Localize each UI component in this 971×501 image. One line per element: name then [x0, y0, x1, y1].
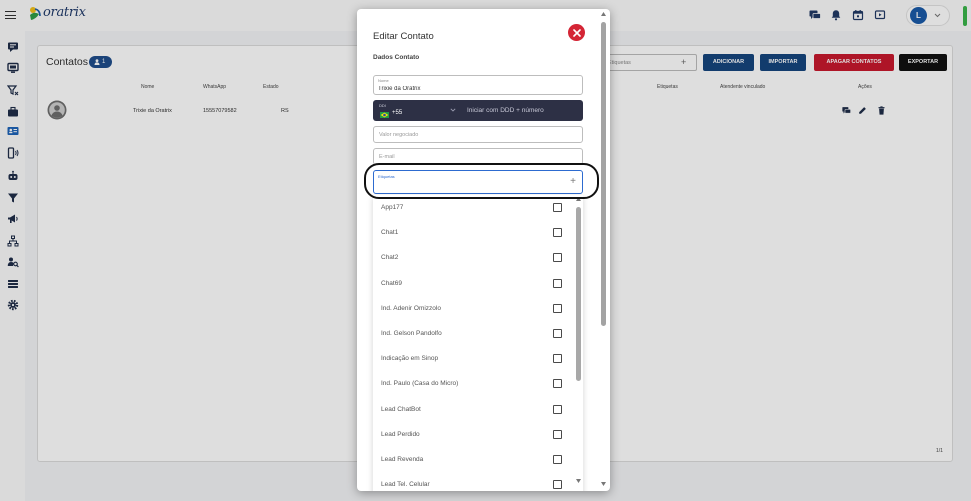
tag-option-checkbox[interactable] [553, 454, 562, 464]
section-title: Dados Contato [373, 54, 420, 61]
tag-option[interactable]: Lead Perdido [373, 422, 583, 447]
tag-option-label: Chat1 [381, 229, 399, 237]
brazil-flag-icon[interactable] [380, 112, 389, 118]
tag-option-checkbox[interactable] [553, 429, 562, 439]
scroll-down-arrow[interactable] [601, 482, 606, 486]
ddi-code[interactable]: +55 [392, 110, 402, 116]
tag-option-label: Ind. Adenir Omizzolo [381, 304, 441, 312]
tag-option[interactable]: Indicação em Sinop [373, 346, 583, 371]
highlight-annotation [364, 163, 599, 199]
tag-option[interactable]: Lead Revenda [373, 447, 583, 472]
tag-option-checkbox[interactable] [553, 480, 562, 490]
close-icon [572, 28, 581, 37]
tag-option-label: Lead ChatBot [381, 405, 421, 413]
tag-option[interactable]: Chat1 [373, 220, 583, 245]
deal-value-input[interactable] [374, 127, 582, 142]
tag-option-label: Chat2 [381, 254, 399, 262]
tag-options-list: App177 Chat1 Chat2 Chat69 Ind. Adenir Omizzo… [373, 195, 583, 491]
modal-scrollbar-thumb[interactable] [601, 22, 606, 326]
email-input[interactable] [374, 149, 582, 164]
scroll-up-arrow[interactable] [601, 12, 606, 16]
modal-title: Editar Contato [373, 31, 434, 42]
tag-option-label: Lead Perdido [381, 430, 420, 438]
tag-option[interactable]: Ind. Adenir Omizzolo [373, 296, 583, 321]
tag-option-checkbox[interactable] [553, 328, 562, 338]
tag-option[interactable]: Chat69 [373, 271, 583, 296]
close-button[interactable] [568, 24, 585, 41]
tag-option-label: Lead Revenda [381, 455, 424, 463]
tag-option-label: Ind. Paulo (Casa do Micro) [381, 380, 459, 388]
dropdown-scrollbar-thumb[interactable] [576, 207, 581, 381]
tag-option[interactable]: Chat2 [373, 245, 583, 270]
tag-option-label: Indicação em Sinop [381, 355, 439, 363]
tag-option-checkbox[interactable] [553, 228, 562, 238]
tag-option-label: Lead Tel. Celular [381, 481, 430, 489]
tag-options-dropdown[interactable]: App177 Chat1 Chat2 Chat69 Ind. Adenir Omizzo… [373, 195, 583, 491]
tag-option[interactable]: Lead ChatBot [373, 397, 583, 422]
tag-option-checkbox[interactable] [553, 354, 562, 364]
tag-option-label: Ind. Gelson Pandolfo [381, 329, 442, 337]
tag-option-checkbox[interactable] [553, 379, 562, 389]
name-input[interactable] [374, 82, 582, 95]
tag-option-label: App177 [381, 204, 404, 211]
tag-option[interactable]: Ind. Gelson Pandolfo [373, 321, 583, 346]
tag-option-label: Chat69 [381, 279, 402, 287]
chevron-down-icon[interactable] [450, 108, 456, 112]
tag-option[interactable]: Lead Tel. Celular [373, 472, 583, 491]
edit-contact-modal: Editar Contato Dados Contato Nome DDI +5… [357, 9, 610, 491]
phone-input[interactable] [465, 104, 577, 117]
deal-value-field[interactable] [373, 126, 583, 143]
tag-option-checkbox[interactable] [553, 253, 562, 263]
name-field[interactable]: Nome [373, 75, 583, 95]
tag-option-checkbox[interactable] [553, 278, 562, 288]
phone-field[interactable]: DDI +55 [373, 100, 583, 121]
tag-option-checkbox[interactable] [553, 303, 562, 313]
tag-option-checkbox[interactable] [553, 404, 562, 414]
tag-option[interactable]: Ind. Paulo (Casa do Micro) [373, 371, 583, 396]
scroll-down-arrow[interactable] [576, 479, 581, 483]
ddi-label: DDI [379, 103, 386, 108]
tag-option-checkbox[interactable] [553, 203, 562, 212]
